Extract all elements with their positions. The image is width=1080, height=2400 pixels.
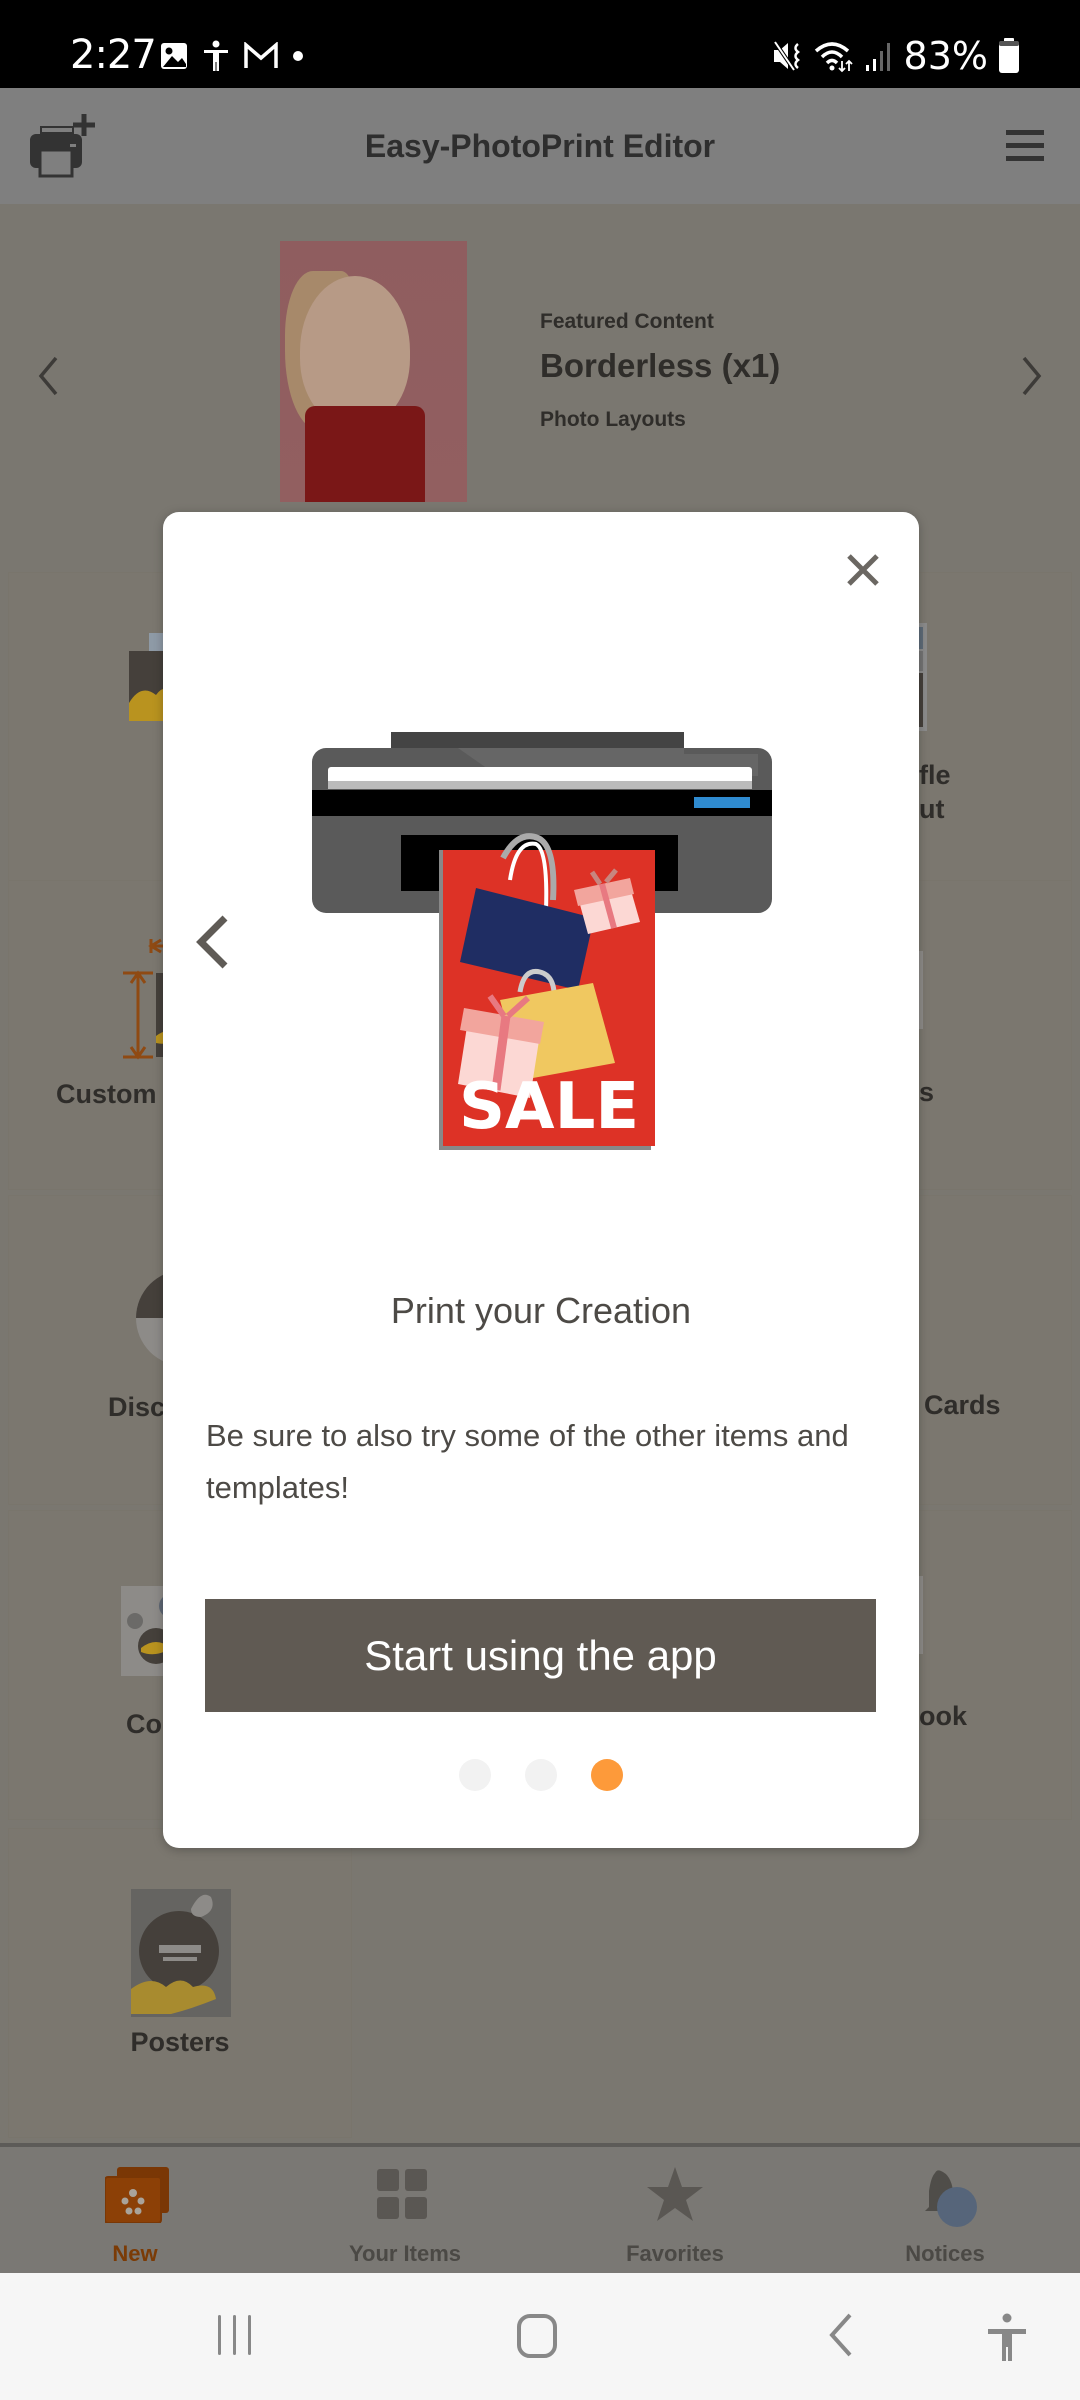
dialog-body: Be sure to also try some of the other it… [206,1418,849,1505]
carousel-prev-icon[interactable] [36,354,60,398]
nav-notices-label: Notices [905,2241,985,2266]
status-bar: 2:27 83% [0,0,1080,88]
tile-label: ook [919,1701,968,1731]
signal-icon [865,43,890,71]
battery-icon [999,38,1019,73]
status-time: 2:27 [70,32,157,78]
dialog-prev-icon[interactable] [185,912,235,972]
battery-percent: 83% [903,34,988,78]
nav-favorites-label: Favorites [626,2241,724,2266]
tile-label: fle ut [919,760,951,824]
featured-category: Photo Layouts [540,408,686,431]
nav-new-label: New [112,2241,158,2266]
featured-title[interactable]: Borderless (x1) [540,347,780,385]
close-icon[interactable] [843,550,883,590]
grid-icon [377,2169,427,2219]
nav-notices[interactable]: Notices [810,2147,1080,2273]
printer-status-light [694,797,750,808]
posters-icon [131,1889,231,2017]
thumbnail-dress-shape [305,406,425,502]
featured-thumbnail[interactable] [280,241,467,502]
app-title: Easy-PhotoPrint Editor [364,128,716,164]
nav-favorites[interactable]: Favorites [540,2147,810,2273]
new-icon [105,2167,169,2223]
thumbnail-face-shape [300,276,410,426]
back-icon[interactable] [826,2313,856,2357]
hamburger-menu-icon[interactable] [1006,128,1044,164]
status-right-icons: 83% [772,34,1020,78]
status-left-icons [160,40,304,72]
app-header: Easy-PhotoPrint Editor [0,88,1080,204]
gmail-icon [244,42,278,68]
bottom-nav: New Your Items Favorites Notices [0,2143,1080,2273]
onboarding-dialog: SALE Print your Creation Be sure to also… [163,512,919,1848]
tile-label: s [919,1077,935,1107]
featured-carousel: Featured Content Borderless (x1) Photo L… [0,204,1080,564]
dot-icon [293,51,303,61]
nav-new[interactable]: New [0,2147,270,2273]
start-using-app-button[interactable]: Start using the app [205,1599,876,1712]
recents-icon[interactable] [215,2313,255,2357]
page-dot-1[interactable] [459,1759,491,1791]
wifi-icon [814,42,853,73]
page-dot-3-active[interactable] [591,1759,623,1791]
page-indicator [163,1759,919,1791]
carousel-next-icon[interactable] [1020,354,1044,398]
system-nav-bar [0,2273,1080,2400]
accessibility-nav-icon[interactable] [986,2313,1028,2363]
nav-your-items[interactable]: Your Items [270,2147,540,2273]
featured-kicker: Featured Content [540,310,714,333]
sale-text: SALE [459,1070,639,1144]
gallery-icon [161,43,187,69]
dialog-title: Print your Creation [390,1290,692,1331]
tile-posters[interactable]: Posters [8,1828,352,2138]
bell-icon [925,2170,977,2227]
mute-vibrate-icon [772,40,800,72]
printer-tray-shadow [328,781,752,789]
home-icon[interactable] [516,2313,560,2359]
printer-sale-illustration: SALE [312,732,772,1150]
star-icon [647,2167,703,2221]
tile-label: Posters [130,2027,230,2057]
tile-label: Cards [924,1390,1001,1420]
nav-your-items-label: Your Items [348,2241,462,2266]
accessibility-icon [204,40,228,71]
page-dot-2[interactable] [525,1759,557,1791]
